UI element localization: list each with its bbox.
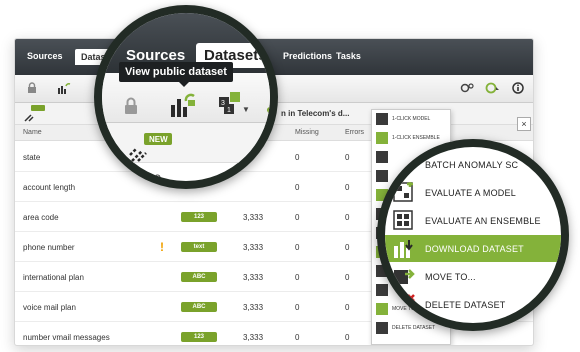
menu-item-delete-dataset[interactable]: DELETE DATASET xyxy=(385,291,561,318)
warning-icon: ! xyxy=(160,240,164,254)
field-errors: 0 xyxy=(345,303,350,312)
menu-item-label: EVALUATE A MODEL xyxy=(425,188,516,198)
close-icon[interactable]: × xyxy=(517,117,531,131)
field-missing: 0 xyxy=(295,213,300,222)
magnifier-left: Sources Datasets 31 ▼ View public datase… xyxy=(94,5,278,189)
type-badge: text xyxy=(181,242,217,252)
magnifier-right: BATCH ANOMALY SC EVALUATE A MODEL EVALUATE… xyxy=(377,139,569,331)
menu-item-batch-anomaly-sc[interactable]: BATCH ANOMALY SC xyxy=(385,151,561,178)
menu-item-icon xyxy=(376,113,388,125)
svg-text:3: 3 xyxy=(221,100,225,107)
field-missing: 0 xyxy=(295,333,300,342)
type-badge: 123 xyxy=(181,212,217,222)
new-dataset-icon[interactable]: NEW xyxy=(128,133,174,163)
field-count: 3,333 xyxy=(243,303,264,312)
nav-predictions[interactable]: Predictions xyxy=(283,51,332,61)
menu-item-move-to[interactable]: MOVE TO... xyxy=(385,263,561,290)
menu-item-label: DOWNLOAD DATASET xyxy=(425,244,524,254)
menu-item[interactable]: 1-CLICK ENSEMBLE xyxy=(392,135,440,141)
field-errors: 0 xyxy=(345,333,350,342)
menu-item-evaluate-an-ensemble[interactable]: EVALUATE AN ENSEMBLE xyxy=(385,207,561,234)
field-errors: 0 xyxy=(345,213,350,222)
nav-sources[interactable]: Sources xyxy=(27,51,63,61)
field-missing: 0 xyxy=(295,183,300,192)
menu-item-icon xyxy=(393,210,415,232)
cluster-icon[interactable]: 31 xyxy=(218,91,242,115)
dataset-title: n in Telecom's d... xyxy=(281,109,350,118)
col-name[interactable]: Name xyxy=(23,129,42,136)
field-count: 3,333 xyxy=(243,333,264,342)
field-missing: 0 xyxy=(295,243,300,252)
field-missing: 0 xyxy=(295,273,300,282)
menu-item[interactable]: 1-CLICK MODEL xyxy=(392,116,430,122)
field-name[interactable]: voice mail plan xyxy=(23,303,76,312)
field-missing: 0 xyxy=(295,303,300,312)
field-missing: 0 xyxy=(295,153,300,162)
field-count: 3,333 xyxy=(243,243,264,252)
menu-item-label: EVALUATE AN ENSEMBLE xyxy=(425,216,541,226)
menu-item[interactable]: DELETE DATASET xyxy=(392,325,435,331)
type-badge: ABC xyxy=(181,302,217,312)
lock-icon[interactable] xyxy=(124,97,138,115)
menu-item-evaluate-a-model[interactable]: EVALUATE A MODEL xyxy=(385,179,561,206)
field-name[interactable]: international plan xyxy=(23,273,84,282)
menu-item-icon xyxy=(393,238,415,260)
public-dataset-icon[interactable] xyxy=(170,93,196,117)
menu-item-label: BATCH ANOMALY SC xyxy=(425,160,519,170)
menu-item-label: MOVE TO... xyxy=(425,272,476,282)
new-dataset-icon[interactable] xyxy=(23,105,45,123)
type-badge: 123 xyxy=(181,332,217,342)
field-errors: 0 xyxy=(345,183,350,192)
field-name[interactable]: account length xyxy=(23,183,75,192)
field-name[interactable]: phone number xyxy=(23,243,75,252)
col-missing[interactable]: Missing xyxy=(295,129,319,136)
field-name[interactable]: state xyxy=(23,153,40,162)
menu-item-label: DELETE DATASET xyxy=(425,300,506,310)
menu-item-icon xyxy=(393,294,415,316)
lock-icon[interactable] xyxy=(27,82,37,94)
new-badge: NEW xyxy=(149,135,168,144)
menu-item-icon xyxy=(393,181,415,204)
svg-text:1: 1 xyxy=(227,107,231,114)
actions-icon[interactable] xyxy=(485,82,501,94)
menu-item-icon xyxy=(376,132,388,144)
field-errors: 0 xyxy=(345,273,350,282)
field-name[interactable]: number vmail messages xyxy=(23,333,110,342)
field-count: 3,333 xyxy=(243,273,264,282)
menu-item-download-dataset[interactable]: DOWNLOAD DATASET xyxy=(385,235,561,262)
tooltip: View public dataset xyxy=(119,62,233,87)
nav-tasks[interactable]: Tasks xyxy=(336,51,361,61)
field-count: 3,333 xyxy=(243,213,264,222)
type-badge: ABC xyxy=(181,272,217,282)
chevron-down-icon[interactable]: ▼ xyxy=(242,105,250,114)
field-errors: 0 xyxy=(345,243,350,252)
field-name[interactable]: area code xyxy=(23,213,59,222)
info-icon[interactable] xyxy=(512,82,524,94)
status-dot xyxy=(267,107,270,113)
menu-item-icon xyxy=(376,322,388,334)
col-errors[interactable]: Errors xyxy=(345,129,364,136)
menu-item-icon xyxy=(393,153,415,176)
public-dataset-icon[interactable] xyxy=(57,82,71,94)
field-errors: 0 xyxy=(345,153,350,162)
settings-icon[interactable] xyxy=(460,82,476,94)
table-header: Name Missing Errors xyxy=(15,125,533,141)
menu-item-icon xyxy=(393,266,415,288)
